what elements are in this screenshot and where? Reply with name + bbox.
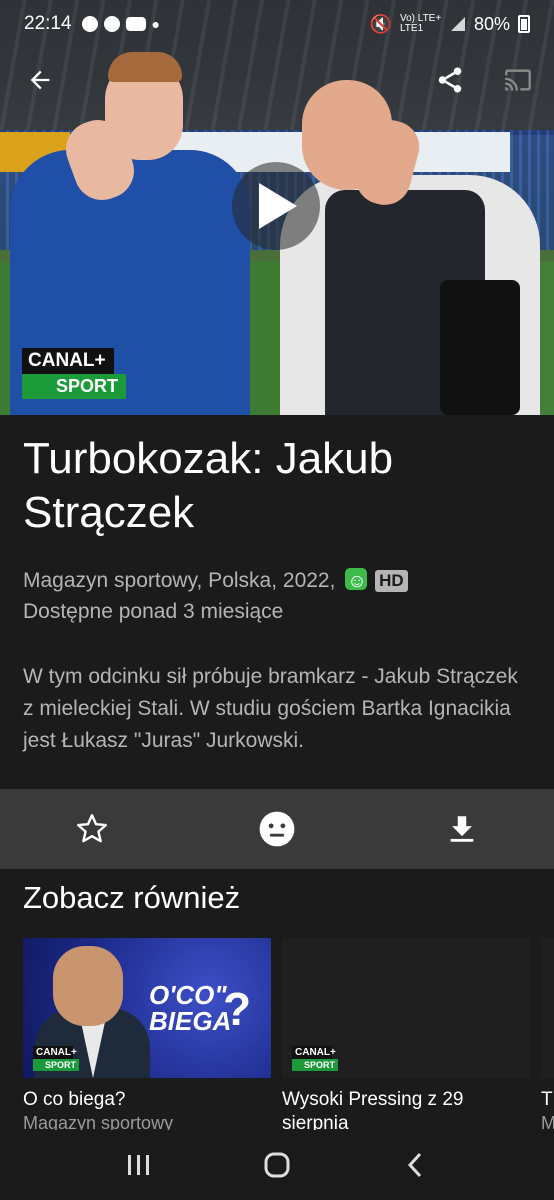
cast-button[interactable] [496,58,540,102]
content-card[interactable]: CANAL+ SPORT Wysoki Pressing z 29 sierpn… [282,938,530,1136]
availability-text: Dostępne ponad 3 miesiące [23,600,284,623]
recent-apps-button[interactable] [109,1140,169,1190]
home-button[interactable] [247,1140,307,1190]
play-button[interactable] [232,162,320,250]
dot-icon: ● [151,16,161,32]
back-button[interactable] [18,58,62,102]
hd-badge: HD [375,570,408,592]
program-meta: Magazyn sportowy, Polska, 2022, HD Dostę… [23,565,533,627]
network-label: Vo) LTE+ LTE1 [399,13,442,34]
battery-icon [518,15,530,33]
question-mark: ? [223,983,252,1035]
rate-button[interactable] [185,789,370,869]
card-thumbnail [541,938,554,1078]
thumb-show-title: O'CO" BIEGA [149,980,232,1036]
youtube-icon [125,17,146,31]
meta-info: Magazyn sportowy, Polska, 2022, [23,569,336,592]
home-icon [264,1152,290,1178]
card-title: T [541,1089,553,1110]
messenger-icon [103,16,120,32]
status-bar: 22:14 ● 🔇 Vo) LTE+ LTE1 80% [0,0,554,48]
card-thumbnail: O'CO" BIEGA ? CANAL+ SPORT [23,938,271,1078]
play-icon [259,183,297,229]
action-bar [0,789,554,869]
notification-icons: ● [81,16,161,32]
see-also-heading: Zobacz również [23,880,241,915]
sport-logo-text: SPORT [22,374,126,399]
nav-back-button[interactable] [385,1140,445,1190]
canal-sport-logo: CANAL+ SPORT [292,1046,338,1071]
signal-icon [450,17,465,31]
download-icon [450,816,474,842]
see-also-carousel[interactable]: O'CO" BIEGA ? CANAL+ SPORT O co biega? M… [23,938,554,1138]
age-rating-icon [345,566,368,597]
chevron-left-icon [407,1152,422,1178]
mute-icon: 🔇 [369,13,392,34]
program-description: W tym odcinku sił próbuje bramkarz - Jak… [23,665,518,752]
canal-logo-text: CANAL+ [22,348,114,374]
arrow-back-icon [30,70,50,90]
whatsapp-icon [81,16,98,32]
status-time: 22:14 [24,13,72,34]
canal-sport-logo: CANAL+ SPORT [22,348,126,399]
video-hero[interactable]: 22:14 ● 🔇 Vo) LTE+ LTE1 80% CANAL+ SPORT [0,0,554,415]
content-card[interactable]: T M [541,938,554,1134]
recents-icon [128,1155,149,1175]
program-title: Turbokozak: Jakub Strączek [23,434,394,537]
card-thumbnail: CANAL+ SPORT [282,938,530,1078]
player-right [280,80,540,415]
system-nav-bar [0,1130,554,1200]
favorite-button[interactable] [0,789,185,869]
download-button[interactable] [369,789,554,869]
share-button[interactable] [428,58,472,102]
smiley-icon [259,811,295,847]
star-outline-icon [77,814,108,843]
card-title: Wysoki Pressing z 29 sierpnia [282,1089,464,1134]
canal-sport-logo: CANAL+ SPORT [33,1046,79,1071]
battery-percent: 80% [473,13,510,34]
cast-icon [505,69,531,91]
content-card[interactable]: O'CO" BIEGA ? CANAL+ SPORT O co biega? M… [23,938,271,1134]
card-title: O co biega? [23,1089,126,1110]
share-icon [438,67,462,93]
